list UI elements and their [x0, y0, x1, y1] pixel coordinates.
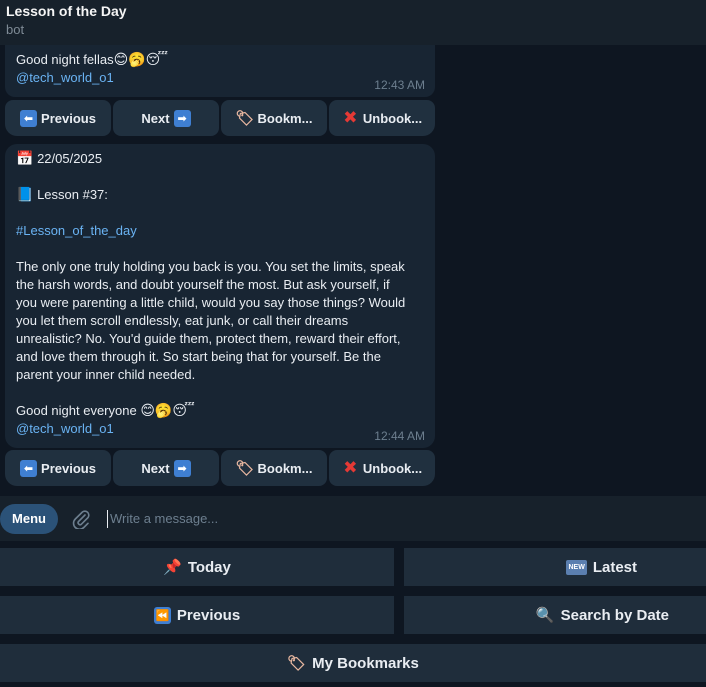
latest-button[interactable]: NEW Latest — [404, 548, 706, 586]
rewind-icon: ⏪ — [153, 606, 171, 624]
inline-keyboard: ⬅ Previous Next ➡ 🏷 Bookm... ✖ Unbook... — [5, 100, 435, 136]
text-caret — [107, 509, 108, 528]
pushpin-icon: 📌 — [163, 558, 182, 576]
unbookmark-button[interactable]: ✖ Unbook... — [329, 100, 435, 136]
message-input[interactable]: Write a message... — [110, 511, 218, 526]
lesson-number: Lesson #37: — [37, 187, 108, 202]
bookmark-tag-icon: 🏷 — [235, 458, 255, 477]
unbookmark-button[interactable]: ✖ Unbook... — [329, 450, 435, 486]
message-date: 22/05/2025 — [37, 151, 103, 166]
bookmark-button[interactable]: 🏷 Bookm... — [221, 100, 327, 136]
chat-title: Lesson of the Day — [6, 3, 127, 19]
left-arrow-icon: ⬅ — [20, 459, 38, 477]
bookmark-tag-icon: 🏷 — [287, 654, 307, 672]
message-text: Good night fellas — [16, 52, 114, 67]
previous-reply-button[interactable]: ⏪ Previous — [0, 596, 394, 634]
next-button[interactable]: Next ➡ — [113, 450, 219, 486]
next-button[interactable]: Next ➡ — [113, 100, 219, 136]
mention-link[interactable]: @tech_world_o1 — [16, 70, 114, 85]
reply-keyboard: 📌 Today NEW Latest ⏪ Previous 🔍 Search by Da… — [0, 541, 706, 687]
new-badge-icon: NEW — [566, 559, 587, 575]
message-time: 12:44 AM — [374, 429, 425, 443]
previous-button[interactable]: ⬅ Previous — [5, 450, 111, 486]
body-line: and love them through it. So start being… — [16, 349, 381, 364]
body-line: you were parenting a little child, would… — [16, 295, 406, 310]
right-arrow-icon: ➡ — [173, 109, 191, 127]
body-line: you let them scroll endlessly, eat junk,… — [16, 313, 349, 328]
message-list[interactable]: Good night fellas😊🥱😴 @tech_world_o1 12:4… — [0, 45, 706, 496]
emoji: 😊🥱😴 — [140, 403, 195, 419]
message-bubble: Good night fellas😊🥱😴 @tech_world_o1 12:4… — [5, 45, 435, 97]
red-x-icon: ✖ — [343, 107, 358, 128]
left-arrow-icon: ⬅ — [20, 109, 38, 127]
right-arrow-icon: ➡ — [173, 459, 191, 477]
mention-link[interactable]: @tech_world_o1 — [16, 421, 114, 436]
hashtag-link[interactable]: #Lesson_of_the_day — [16, 223, 137, 238]
body-line: unrealistic? No. You'd guide them, prote… — [16, 331, 401, 346]
red-x-icon: ✖ — [343, 457, 358, 478]
magnifier-icon: 🔍 — [535, 606, 555, 624]
body-line: The only one truly holding you back is y… — [16, 259, 405, 274]
chat-header[interactable]: Lesson of the Day bot — [0, 0, 706, 45]
message-bubble: 📅 22/05/2025 📘 Lesson #37: #Lesson_of_th… — [5, 144, 435, 448]
chat-subtitle: bot — [6, 22, 25, 37]
today-button[interactable]: 📌 Today — [0, 548, 394, 586]
book-icon: 📘 — [16, 187, 34, 203]
attach-icon[interactable] — [70, 507, 92, 531]
inline-keyboard: ⬅ Previous Next ➡ 🏷 Bookm... ✖ Unbook... — [5, 450, 435, 486]
emoji: 😊🥱😴 — [113, 52, 169, 68]
previous-button[interactable]: ⬅ Previous — [5, 100, 111, 136]
search-by-date-button[interactable]: 🔍 Search by Date — [404, 596, 706, 634]
my-bookmarks-button[interactable]: 🏷 My Bookmarks — [0, 644, 706, 682]
message-time: 12:43 AM — [374, 78, 425, 92]
closing-text: Good night everyone — [16, 403, 141, 418]
bookmark-tag-icon: 🏷 — [235, 108, 255, 127]
composer: Menu Write a message... — [0, 496, 706, 541]
bookmark-button[interactable]: 🏷 Bookm... — [221, 450, 327, 486]
calendar-icon: 📅 — [16, 151, 34, 167]
body-line: the harsh words, and doubt yourself the … — [16, 277, 390, 292]
body-line: parent your inner child needed. — [16, 367, 196, 382]
menu-button[interactable]: Menu — [0, 503, 58, 534]
